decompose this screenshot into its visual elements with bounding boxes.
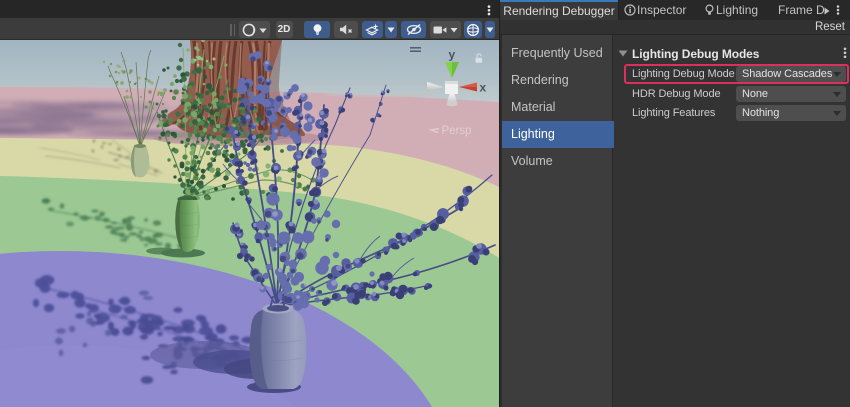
svg-text:Persp: Persp xyxy=(442,125,472,137)
svg-text:y: y xyxy=(449,48,456,62)
svg-text:x: x xyxy=(480,81,487,95)
